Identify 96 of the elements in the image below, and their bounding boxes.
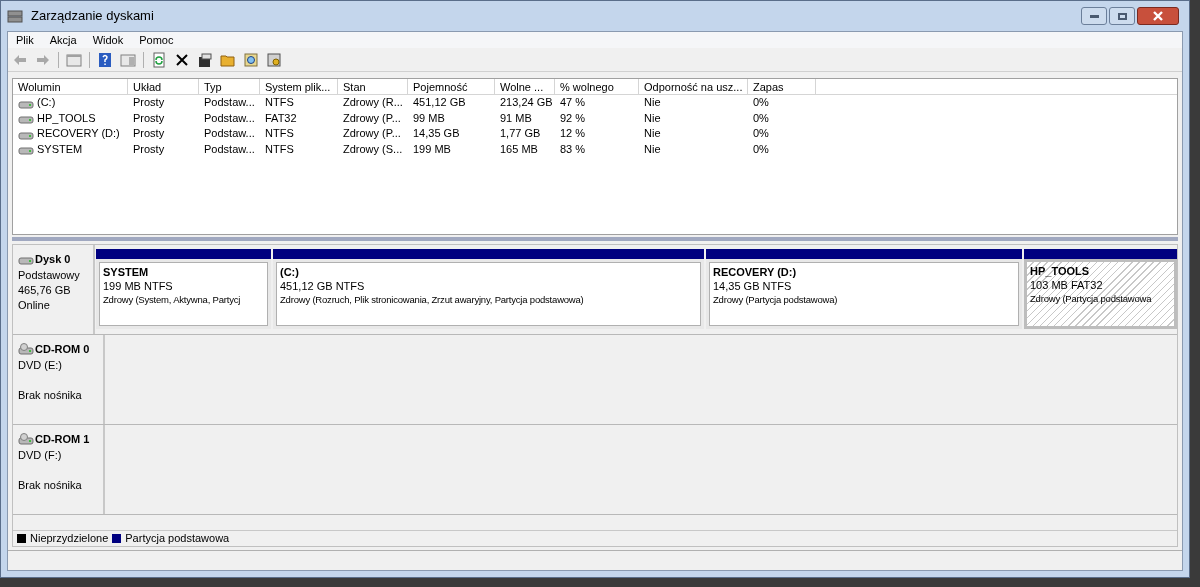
settings-icon[interactable] [266,51,282,68]
cd-drive-icon [18,433,34,446]
column-header[interactable]: Odporność na usz... [639,79,748,94]
disk-info: DVD (E:) [18,357,63,373]
table-cell-text: Prosty [133,95,165,110]
table-cell: 0% [753,110,769,126]
menu-item[interactable]: Pomoc [131,31,182,49]
partition-status: Zdrowy (Rozruch, Plik stronicowania, Zrzut awaryjny, Partycja podstawowa) [280,293,584,307]
table-cell: Podstaw... [204,110,255,126]
partition-status: Zdrowy (Partycja podstawowa [1030,292,1152,306]
help-icon[interactable] [97,51,113,68]
table-cell: 99 MB [413,110,445,126]
disk-name: CD-ROM 0 [35,342,90,357]
legend-label: Partycja podstawowa [125,531,230,547]
table-cell: HP_TOOLS [37,110,96,126]
column-header[interactable]: Stan [338,79,408,94]
disk-management-icon [7,8,23,24]
delete-icon[interactable] [174,51,190,68]
column-header[interactable]: Wolumin [13,79,128,94]
table-cell-text: 0% [753,126,769,141]
table-cell-text: 12 % [560,126,586,141]
disk-info: Brak nośnika [18,477,83,493]
table-cell: SYSTEM [37,141,83,157]
partition-size: 14,35 GB NTFS [713,279,793,293]
partition-block[interactable]: (C:) 451,12 GB NTFS Zdrowy (Rozruch, Plik stronicowania, Zrzut awaryjny, Partycja podstawowa) [273,249,704,329]
disk-info: DVD (F:) [18,447,63,463]
disk-name: CD-ROM 1 [35,432,90,447]
partition-status: Zdrowy (Partycja podstawowa) [713,293,838,307]
table-cell-text: Zdrowy (P... [343,126,401,141]
cd-drive-icon [18,343,34,356]
table-cell: 199 MB [413,141,451,157]
table-cell-text: RECOVERY (D:) [37,126,120,141]
table-cell-text: NTFS [265,95,294,110]
table-cell-text: 213,24 GB [500,95,553,110]
column-header[interactable]: System plik... [260,79,338,94]
table-cell-text: Zdrowy (R... [343,95,403,110]
table-cell-text: Nie [644,126,661,141]
table-cell-text: Podstaw... [204,95,255,110]
table-cell-text: 0% [753,95,769,110]
table-cell-text: NTFS [265,126,294,141]
table-cell-text: Nie [644,95,661,110]
partition-block[interactable]: RECOVERY (D:) 14,35 GB NTFS Zdrowy (Partycja podstawowa) [706,249,1022,329]
partition-size: 103 MB FAT32 [1030,278,1104,292]
column-header[interactable]: Typ [199,79,260,94]
table-cell: Zdrowy (S... [343,141,403,157]
table-cell: FAT32 [265,110,297,126]
partition-block[interactable]: HP_TOOLS 103 MB FAT32 Zdrowy (Partycja podstawowa [1024,249,1177,329]
table-cell-text: (C:) [37,95,56,110]
disk-info: Podstawowy [18,267,81,283]
column-header[interactable]: Wolne ... [495,79,555,94]
minimize-button[interactable] [1081,7,1107,25]
table-cell: 91 MB [500,110,532,126]
partition-size: 451,12 GB NTFS [280,279,366,293]
column-header[interactable]: % wolnego [555,79,639,94]
properties-icon[interactable] [197,51,213,68]
table-cell: Nie [644,110,661,126]
table-cell: Nie [644,141,661,157]
disk-name: Dysk 0 [35,252,71,267]
partition-status: Zdrowy (System, Aktywna, Partycj [103,293,241,307]
table-cell-text: 1,77 GB [500,126,541,141]
table-cell: Prosty [133,141,165,157]
column-header[interactable]: Zapas [748,79,816,94]
partition-name: (C:) [280,265,300,279]
table-cell-text: Podstaw... [204,126,255,141]
column-header[interactable]: Układ [128,79,199,94]
disk-info: Brak nośnika [18,387,83,403]
partition-block[interactable]: SYSTEM 199 MB NTFS Zdrowy (System, Aktywna, Partycj [96,249,271,329]
close-icon [1152,11,1164,21]
partition-size: 199 MB NTFS [103,279,174,293]
table-cell-text: Prosty [133,126,165,141]
table-cell-text: 451,12 GB [413,95,466,110]
table-cell: 83 % [560,141,586,157]
disk-info: 465,76 GB [18,282,72,298]
legend-label: Nieprzydzielone [30,531,109,547]
maximize-button[interactable] [1109,7,1135,25]
menu-item[interactable]: Akcja [41,31,85,49]
window-title: Zarządzanie dyskami [31,7,154,26]
table-cell: 165 MB [500,141,538,157]
disk-info: Online [18,297,51,313]
refresh-icon[interactable] [151,51,167,68]
table-cell: NTFS [265,141,294,157]
menu-item[interactable]: Widok [84,31,132,49]
search-icon[interactable] [243,51,259,68]
table-cell: Prosty [133,110,165,126]
column-header[interactable]: Pojemność [408,79,495,94]
menu-item[interactable]: Plik [8,31,42,49]
partition-name: HP_TOOLS [1030,264,1091,278]
table-cell: 92 % [560,110,586,126]
partition-name: RECOVERY (D:) [713,265,798,279]
table-cell-text: 14,35 GB [413,126,460,141]
table-cell: Podstaw... [204,141,255,157]
table-cell: Zdrowy (P... [343,110,401,126]
close-button[interactable] [1137,7,1179,25]
table-cell-text: 47 % [560,95,586,110]
table-cell: 0% [753,141,769,157]
partition-name: SYSTEM [103,265,150,279]
